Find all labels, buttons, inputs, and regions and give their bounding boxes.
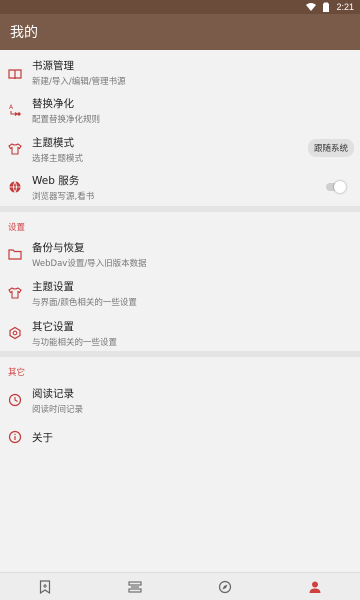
item-title: 替换净化 (32, 98, 74, 110)
item-subtitle: 与功能相关的一些设置 (32, 338, 118, 348)
list-item-theme-mode[interactable]: 主题模式 选择主题模式 跟随系统 (0, 131, 360, 167)
nav-sources[interactable] (115, 573, 155, 600)
list-item-book-sources[interactable]: 书源管理 新建/导入/编辑/管理书源 (0, 54, 360, 90)
item-title: 主题设置 (32, 281, 74, 293)
nav-bookshelf[interactable] (25, 573, 65, 600)
bookmark-add-icon (39, 579, 51, 594)
battery-icon (323, 2, 330, 12)
app-bar: 我的 (0, 14, 360, 50)
item-title: 备份与恢复 (32, 242, 85, 254)
item-subtitle: 与界面/颜色相关的一些设置 (32, 298, 137, 308)
settings-list: 书源管理 新建/导入/编辑/管理书源 A 替换净化 配置替换净化规则 主题模式 … (0, 50, 360, 572)
section-header-other: 其它 (8, 368, 26, 378)
toggle-knob (334, 181, 346, 193)
globe-icon (9, 181, 21, 193)
page-title: 我的 (10, 25, 38, 41)
shirt-icon (8, 143, 22, 155)
list-item-about[interactable]: 关于 (0, 422, 360, 452)
item-subtitle: 新建/导入/编辑/管理书源 (32, 77, 126, 87)
item-subtitle: WebDav设置/导入旧版本数据 (32, 259, 147, 269)
list-item-other-settings[interactable]: 其它设置 与功能相关的一些设置 (0, 315, 360, 351)
replace-icon: A (9, 104, 21, 116)
svg-text:A: A (9, 104, 14, 111)
section-divider (0, 351, 360, 357)
shirt-icon (8, 287, 22, 299)
item-title: 书源管理 (32, 60, 74, 72)
nav-my[interactable] (295, 573, 335, 600)
item-title: 主题模式 (32, 137, 74, 149)
item-subtitle: 选择主题模式 (32, 154, 84, 164)
item-title: 阅读记录 (32, 388, 74, 400)
settings-icon (9, 326, 21, 340)
list-item-backup-restore[interactable]: 备份与恢复 WebDav设置/导入旧版本数据 (0, 236, 360, 272)
clock-icon (8, 393, 22, 407)
item-title: 关于 (32, 432, 53, 444)
item-subtitle: 配置替换净化规则 (32, 115, 101, 125)
section-header-settings: 设置 (8, 223, 26, 233)
item-title: Web 服务 (32, 175, 80, 187)
sources-icon (128, 580, 142, 593)
list-item-theme-settings[interactable]: 主题设置 与界面/颜色相关的一些设置 (0, 275, 360, 311)
book-icon (8, 69, 22, 80)
web-service-toggle[interactable] (326, 181, 346, 193)
theme-mode-chip[interactable]: 跟随系统 (307, 139, 354, 157)
item-subtitle: 阅读时间记录 (32, 405, 84, 415)
section-divider (0, 206, 360, 212)
info-icon (8, 430, 22, 444)
status-bar: 2:21 (0, 0, 360, 14)
person-icon (309, 581, 321, 593)
wifi-icon (306, 3, 317, 11)
bottom-navigation (0, 572, 360, 600)
item-subtitle: 浏览器写源,看书 (32, 192, 95, 202)
nav-discover[interactable] (205, 573, 245, 600)
list-item-web-service[interactable]: Web 服务 浏览器写源,看书 (0, 170, 360, 206)
compass-icon (218, 580, 232, 593)
item-title: 其它设置 (32, 321, 74, 333)
status-time: 2:21 (336, 2, 354, 12)
list-item-reading-record[interactable]: 阅读记录 阅读时间记录 (0, 382, 360, 418)
folder-icon (8, 249, 22, 260)
list-item-replace-rules[interactable]: A 替换净化 配置替换净化规则 (0, 92, 360, 128)
